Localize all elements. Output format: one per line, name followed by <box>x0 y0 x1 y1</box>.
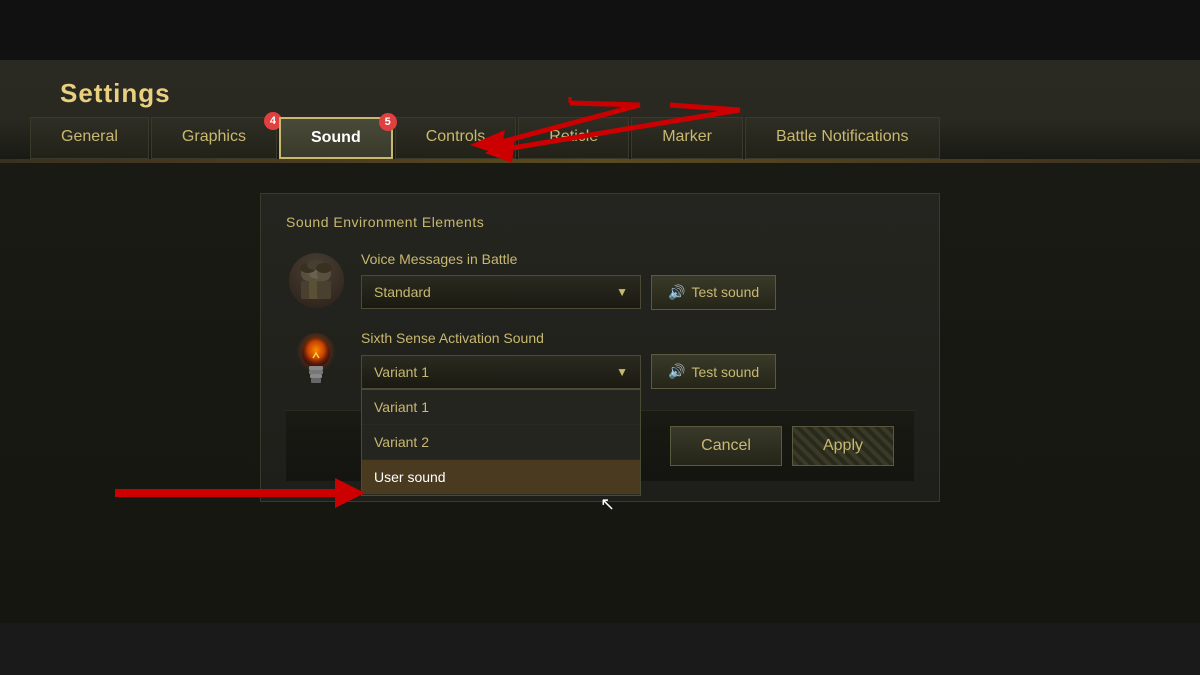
dropdown-arrow-icon: ▼ <box>616 285 628 299</box>
sound-panel: Sound Environment Elements <box>260 193 940 502</box>
app-container: Settings General Graphics 4 Sound 5 Cont… <box>0 0 1200 623</box>
option-variant2[interactable]: Variant 2 <box>362 425 640 460</box>
tab-general[interactable]: General <box>30 117 149 159</box>
tab-reticle[interactable]: Reticle <box>518 117 629 159</box>
soldiers-icon-area <box>286 250 346 310</box>
sixth-sense-test-sound-button[interactable]: 🔊 Test sound <box>651 354 776 389</box>
soldiers-icon <box>289 253 344 308</box>
apply-button[interactable]: Apply <box>792 426 894 466</box>
tab-battle-notifications[interactable]: Battle Notifications <box>745 117 940 159</box>
sixth-sense-dropdown-arrow-icon: ▼ <box>616 365 628 379</box>
panel-title: Sound Environment Elements <box>286 214 914 230</box>
voice-messages-section: Voice Messages in Battle Standard ▼ 🔊 Te… <box>361 251 914 310</box>
voice-controls-row: Standard ▼ 🔊 Test sound <box>361 275 914 310</box>
bulb-icon <box>294 333 339 388</box>
sixth-speaker-icon: 🔊 <box>668 363 685 380</box>
speaker-icon: 🔊 <box>668 284 685 301</box>
option-variant1[interactable]: Variant 1 <box>362 390 640 425</box>
bulb-icon-area <box>286 330 346 390</box>
option-user-sound[interactable]: User sound <box>362 460 640 495</box>
sixth-sense-section: Sixth Sense Activation Sound Variant 1 ▼ <box>361 330 914 389</box>
sixth-sense-label: Sixth Sense Activation Sound <box>361 330 914 346</box>
content-area: Sound Environment Elements <box>0 163 1200 623</box>
tabs-bar: General Graphics 4 Sound 5 Controls Reti… <box>0 117 1200 159</box>
top-bar <box>0 0 1200 60</box>
sound-badge: 5 <box>379 113 397 131</box>
sixth-sense-dropdown-wrapper: Variant 1 ▼ Variant 1 Variant 2 <box>361 355 641 389</box>
tab-controls[interactable]: Controls <box>395 117 517 159</box>
voice-messages-label: Voice Messages in Battle <box>361 251 914 267</box>
tab-graphics[interactable]: Graphics 4 <box>151 117 277 159</box>
settings-container: Settings General Graphics 4 Sound 5 Cont… <box>0 60 1200 623</box>
sixth-sense-controls-row: Variant 1 ▼ Variant 1 Variant 2 <box>361 354 914 389</box>
tab-marker[interactable]: Marker <box>631 117 743 159</box>
settings-title: Settings <box>0 70 1200 117</box>
cancel-button[interactable]: Cancel <box>670 426 782 466</box>
sixth-sense-row: Sixth Sense Activation Sound Variant 1 ▼ <box>286 330 914 390</box>
voice-messages-dropdown[interactable]: Standard ▼ <box>361 275 641 309</box>
voice-messages-row: Voice Messages in Battle Standard ▼ 🔊 Te… <box>286 250 914 310</box>
voice-test-sound-button[interactable]: 🔊 Test sound <box>651 275 776 310</box>
sixth-sense-dropdown[interactable]: Variant 1 ▼ <box>361 355 641 389</box>
sixth-sense-dropdown-options: Variant 1 Variant 2 User sound <box>361 389 641 496</box>
tab-sound[interactable]: Sound 5 <box>279 117 393 159</box>
